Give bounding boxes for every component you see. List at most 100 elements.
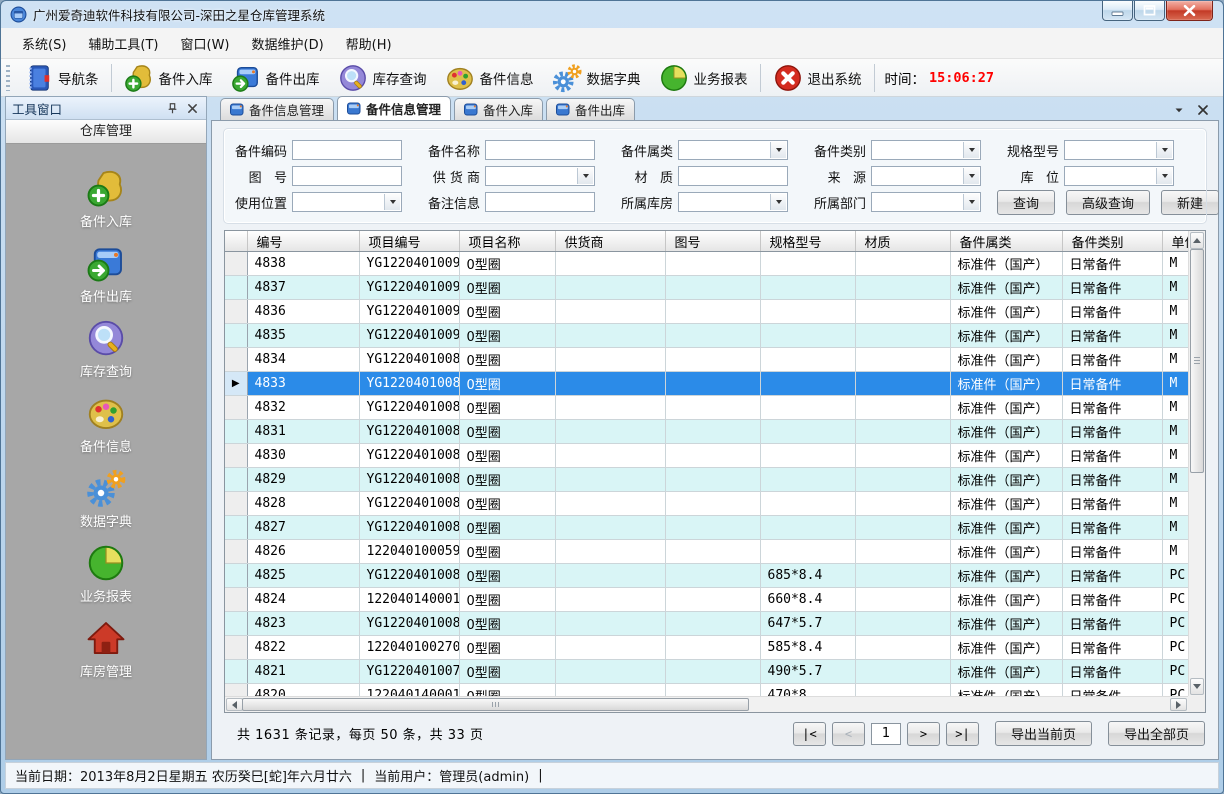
toolbar-button-nav-book[interactable]: 导航条: [14, 62, 108, 94]
tab-0[interactable]: 备件信息管理: [220, 98, 334, 120]
row-selector[interactable]: [225, 588, 247, 612]
tab-2[interactable]: 备件入库: [454, 98, 543, 120]
table-row[interactable]: 4825YG122040100810型圈685*8.4标准件（国产）日常备件PC: [225, 564, 1188, 588]
table-row[interactable]: 482012204014000130型圈470*8标准件（国产）日常备件PC: [225, 684, 1188, 697]
row-selector[interactable]: [225, 492, 247, 516]
horizontal-scrollbar[interactable]: [225, 696, 1188, 712]
search-input-r2c1[interactable]: [485, 192, 595, 212]
query-button[interactable]: 查询: [997, 190, 1055, 215]
row-selector[interactable]: [225, 636, 247, 660]
table-row[interactable]: 4830YG122040100850型圈标准件（国产）日常备件M: [225, 444, 1188, 468]
search-combo-r1c1[interactable]: [485, 166, 595, 186]
combo-dropdown-button[interactable]: [1156, 142, 1172, 158]
column-header-3[interactable]: 供货商: [555, 231, 665, 252]
sidebar-item-part-info[interactable]: 备件信息: [80, 393, 132, 455]
toolbar-button-part-info[interactable]: 备件信息: [436, 62, 543, 94]
search-input-r0c0[interactable]: [292, 140, 402, 160]
column-header-2[interactable]: 项目名称: [459, 231, 555, 252]
search-input-r1c0[interactable]: [292, 166, 402, 186]
toolbar-button-exit[interactable]: 退出系统: [764, 62, 871, 94]
vertical-scrollbar[interactable]: [1188, 231, 1205, 696]
search-combo-r2c3[interactable]: [871, 192, 981, 212]
combo-dropdown-button[interactable]: [1156, 168, 1172, 184]
table-row[interactable]: 4834YG122040100890型圈标准件（国产）日常备件M: [225, 348, 1188, 372]
row-selector[interactable]: [225, 252, 247, 276]
menu-item-1[interactable]: 辅助工具(T): [77, 29, 169, 58]
vertical-scroll-thumb[interactable]: [1190, 249, 1204, 473]
row-selector[interactable]: [225, 348, 247, 372]
table-row[interactable]: 4827YG122040100820型圈标准件（国产）日常备件M: [225, 516, 1188, 540]
table-row[interactable]: 4831YG122040100860型圈标准件（国产）日常备件M: [225, 420, 1188, 444]
scroll-right-button[interactable]: [1170, 698, 1187, 711]
row-selector[interactable]: [225, 564, 247, 588]
close-button[interactable]: [1166, 1, 1213, 21]
column-header-4[interactable]: 图号: [665, 231, 760, 252]
next-page-button[interactable]: >: [907, 722, 940, 746]
search-combo-r1c4[interactable]: [1064, 166, 1174, 186]
table-row[interactable]: 4832YG122040100870型圈标准件（国产）日常备件M: [225, 396, 1188, 420]
row-selector[interactable]: [225, 300, 247, 324]
menu-item-3[interactable]: 数据维护(D): [241, 29, 335, 58]
toolbar-button-part-in[interactable]: 备件入库: [115, 62, 222, 94]
last-page-button[interactable]: >|: [946, 722, 979, 746]
menu-item-2[interactable]: 窗口(W): [170, 29, 241, 58]
search-input-r0c1[interactable]: [485, 140, 595, 160]
horizontal-scroll-thumb[interactable]: [242, 698, 749, 711]
row-selector[interactable]: [225, 420, 247, 444]
search-combo-r0c3[interactable]: [871, 140, 981, 160]
sidebar-item-stock-query[interactable]: 库存查询: [80, 318, 132, 380]
scroll-down-button[interactable]: [1190, 678, 1204, 695]
toolbar-button-report[interactable]: 业务报表: [650, 62, 757, 94]
row-selector[interactable]: [225, 684, 247, 697]
pin-icon[interactable]: [164, 101, 180, 115]
column-header-5[interactable]: 规格型号: [760, 231, 855, 252]
combo-dropdown-button[interactable]: [963, 168, 979, 184]
toolbar-button-data-dict[interactable]: 数据字典: [543, 62, 650, 94]
column-header-7[interactable]: 备件属类: [950, 231, 1062, 252]
new-button[interactable]: 新建: [1161, 190, 1219, 215]
row-selector[interactable]: [225, 468, 247, 492]
search-input-r1c2[interactable]: [678, 166, 788, 186]
table-row[interactable]: 4821YG122040100790型圈490*5.7标准件（国产）日常备件PC: [225, 660, 1188, 684]
prev-page-button[interactable]: <: [832, 722, 865, 746]
row-selector[interactable]: [225, 612, 247, 636]
scroll-left-button[interactable]: [226, 698, 243, 711]
minimize-button[interactable]: [1102, 1, 1133, 21]
table-row[interactable]: 4835YG122040100900型圈标准件（国产）日常备件M: [225, 324, 1188, 348]
toolbar-button-part-out[interactable]: 备件出库: [222, 62, 329, 94]
column-header-9[interactable]: 单位: [1162, 231, 1188, 252]
column-header-1[interactable]: 项目编号: [359, 231, 459, 252]
row-selector[interactable]: [225, 444, 247, 468]
chevron-down-icon[interactable]: [1173, 101, 1185, 113]
search-combo-r0c2[interactable]: [678, 140, 788, 160]
search-combo-r2c2[interactable]: [678, 192, 788, 212]
maximize-button[interactable]: [1134, 1, 1165, 21]
table-row[interactable]: 482612204010005990型圈标准件（国产）日常备件M: [225, 540, 1188, 564]
row-selector[interactable]: [225, 396, 247, 420]
combo-dropdown-button[interactable]: [963, 194, 979, 210]
row-selector[interactable]: [225, 660, 247, 684]
search-combo-r2c0[interactable]: [292, 192, 402, 212]
column-header-8[interactable]: 备件类别: [1062, 231, 1162, 252]
first-page-button[interactable]: |<: [793, 722, 826, 746]
row-selector[interactable]: [225, 324, 247, 348]
row-selector[interactable]: [225, 540, 247, 564]
sidebar-item-part-in[interactable]: 备件入库: [80, 168, 132, 230]
close-tab-icon[interactable]: [1197, 101, 1209, 113]
search-combo-r1c3[interactable]: [871, 166, 981, 186]
tab-1-active[interactable]: 备件信息管理: [337, 96, 451, 120]
page-number-input[interactable]: 1: [871, 723, 901, 745]
table-row[interactable]: 4838YG122040100930型圈标准件（国产）日常备件M: [225, 252, 1188, 276]
table-row[interactable]: 482412204014000120型圈660*8.4标准件（国产）日常备件PC: [225, 588, 1188, 612]
combo-dropdown-button[interactable]: [770, 194, 786, 210]
search-combo-r0c4[interactable]: [1064, 140, 1174, 160]
advanced-query-button[interactable]: 高级查询: [1066, 190, 1150, 215]
table-row[interactable]: ▶4833YG122040100880型圈标准件（国产）日常备件M: [225, 372, 1188, 396]
row-selector[interactable]: [225, 276, 247, 300]
table-row[interactable]: 4836YG122040100910型圈标准件（国产）日常备件M: [225, 300, 1188, 324]
toolbar-button-stock-query[interactable]: 库存查询: [329, 62, 436, 94]
table-row[interactable]: 4823YG122040100800型圈647*5.7标准件（国产）日常备件PC: [225, 612, 1188, 636]
column-header-6[interactable]: 材质: [855, 231, 950, 252]
combo-dropdown-button[interactable]: [770, 142, 786, 158]
table-row[interactable]: 482212204010027000型圈585*8.4标准件（国产）日常备件PC: [225, 636, 1188, 660]
